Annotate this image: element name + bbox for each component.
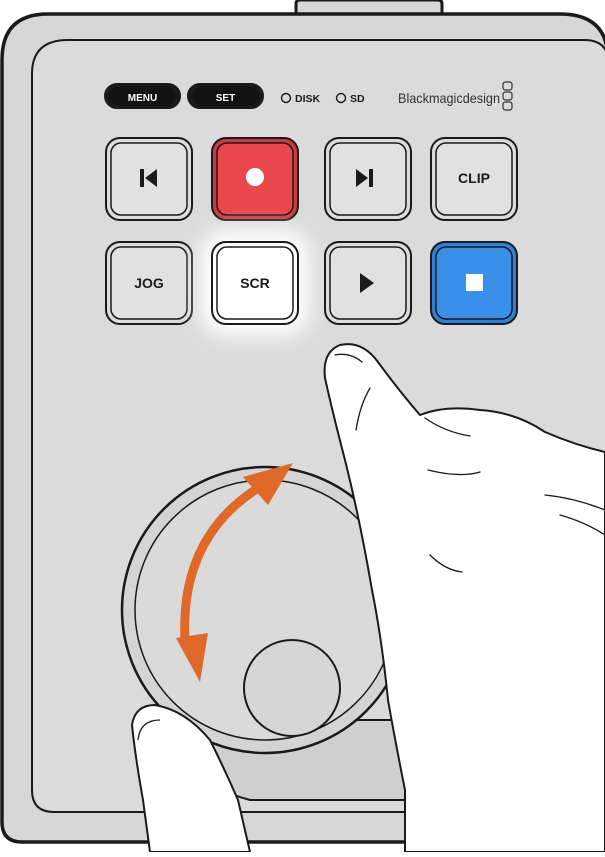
jog-key[interactable]: JOG xyxy=(105,241,193,325)
menu-button-label: MENU xyxy=(128,93,157,104)
play-key[interactable] xyxy=(324,241,412,325)
clip-key-label: CLIP xyxy=(458,170,490,186)
previous-clip-key[interactable] xyxy=(105,137,193,221)
record-icon xyxy=(246,168,264,186)
brand-wordmark: Blackmagicdesign xyxy=(398,90,500,106)
stop-key[interactable] xyxy=(430,241,518,325)
dial-finger-dimple xyxy=(243,639,341,737)
disk-led-label: DISK xyxy=(295,93,321,105)
record-key[interactable] xyxy=(211,137,299,221)
stop-icon xyxy=(466,274,483,291)
hyperdeck-shuttle-illustration: MENU SET DISK SD Blackmagicdesign CLIP J… xyxy=(0,0,605,853)
set-button[interactable]: SET xyxy=(187,83,264,109)
scroll-key[interactable]: SCR xyxy=(200,230,310,336)
scroll-key-label: SCR xyxy=(240,275,270,291)
set-button-label: SET xyxy=(216,93,235,104)
menu-button[interactable]: MENU xyxy=(104,83,181,109)
jog-key-label: JOG xyxy=(134,275,164,291)
sd-led-label: SD xyxy=(350,93,365,105)
next-clip-key[interactable] xyxy=(324,137,412,221)
clip-key[interactable]: CLIP xyxy=(430,137,518,221)
